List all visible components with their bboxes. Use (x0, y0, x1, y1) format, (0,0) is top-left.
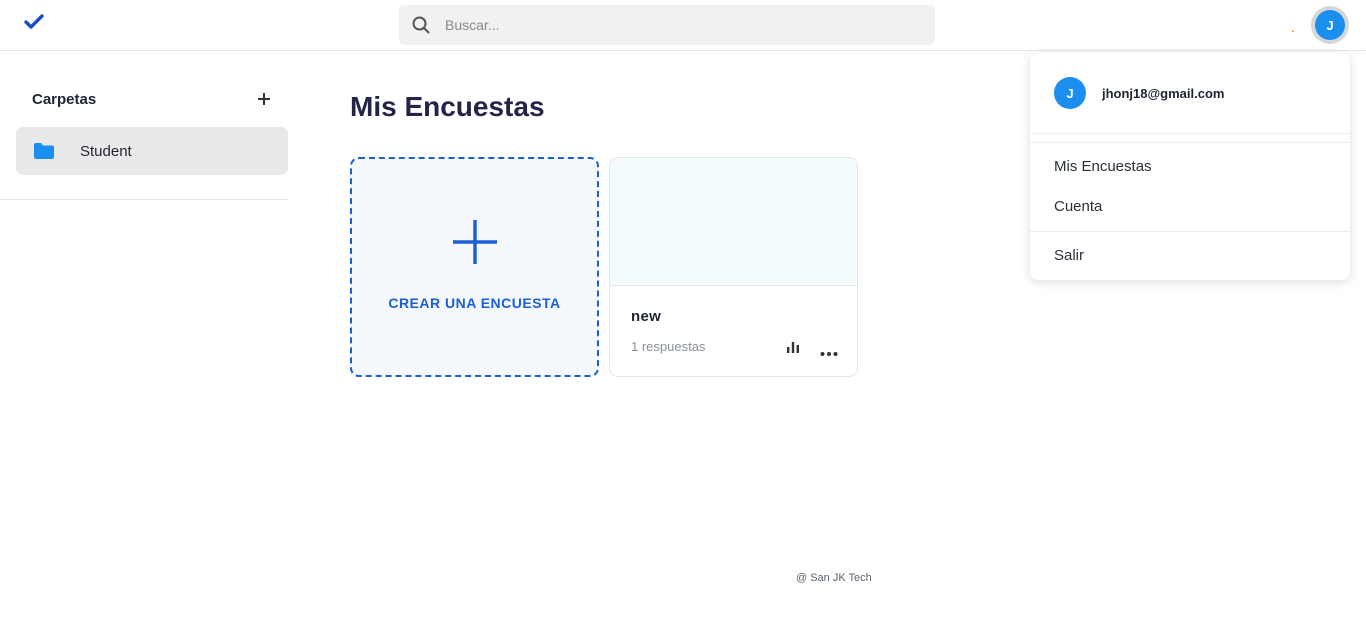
add-folder-button[interactable] (256, 90, 272, 108)
menu-item-mis-encuestas[interactable]: Mis Encuestas (1054, 158, 1152, 175)
folder-item-student[interactable]: Student (16, 127, 288, 175)
survey-card[interactable]: new 1 respuestas (609, 157, 858, 377)
avatar: J (1054, 77, 1086, 109)
divider (1030, 142, 1350, 143)
divider (1030, 133, 1350, 134)
bar-chart-icon[interactable] (786, 340, 800, 354)
search-bar (399, 5, 935, 45)
more-horizontal-icon[interactable] (820, 344, 838, 356)
menu-item-salir[interactable]: Salir (1054, 247, 1084, 264)
folders-title: Carpetas (32, 91, 97, 108)
sidebar-divider (0, 199, 288, 200)
folder-icon (33, 142, 55, 160)
notification-dot (1292, 30, 1294, 32)
create-survey-label: CREAR UNA ENCUESTA (388, 295, 561, 311)
user-menu-dropdown: J jhonj18@gmail.com Mis Encuestas Cuenta… (1030, 53, 1350, 280)
checkmark-icon[interactable] (24, 12, 44, 32)
folder-label: Student (80, 143, 132, 160)
user-avatar-button[interactable]: J (1311, 6, 1349, 44)
user-email: jhonj18@gmail.com (1102, 86, 1225, 101)
plus-icon (452, 219, 498, 265)
menu-item-cuenta[interactable]: Cuenta (1054, 198, 1102, 215)
page-title: Mis Encuestas (350, 91, 545, 122)
create-survey-card[interactable]: CREAR UNA ENCUESTA (350, 157, 599, 377)
survey-thumbnail (610, 158, 857, 286)
search-input[interactable] (445, 5, 915, 45)
folders-header: Carpetas (32, 90, 272, 110)
avatar-initial: J (1315, 10, 1345, 40)
survey-response-count: 1 respuestas (631, 339, 706, 354)
search-icon (412, 16, 430, 34)
survey-title: new (631, 308, 662, 325)
footer-text: @ San JK Tech (796, 572, 872, 584)
divider (1030, 231, 1350, 232)
top-bar: J (0, 0, 1366, 51)
